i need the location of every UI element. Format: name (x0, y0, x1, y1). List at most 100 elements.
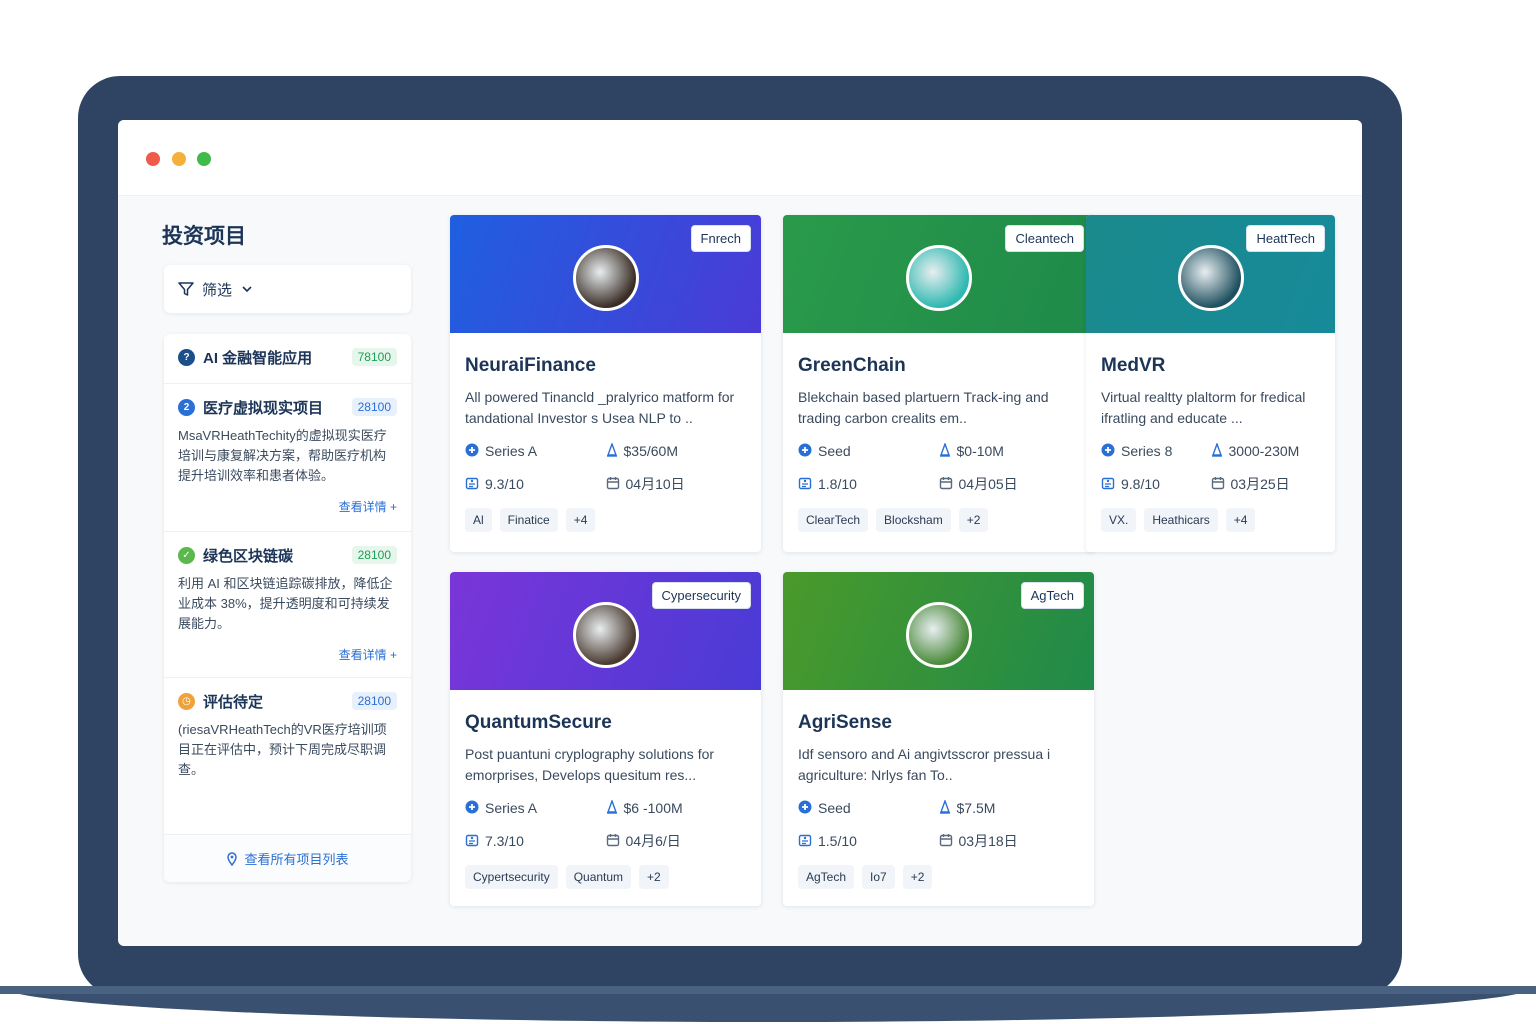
stage-icon (798, 800, 812, 817)
card-banner: Cleantech (783, 215, 1094, 333)
date-value: 03月25日 (1230, 476, 1290, 492)
category-tag[interactable]: HeattTech (1246, 225, 1325, 252)
card-banner: AgTech (783, 572, 1094, 690)
amount-icon (1211, 441, 1223, 460)
location-pin-icon (227, 851, 238, 866)
stage-icon (798, 443, 812, 460)
list-item-title: 医疗虚拟现实项目 (203, 399, 324, 417)
check-icon: ✓ (178, 546, 195, 564)
score-icon (465, 833, 479, 850)
score-icon (465, 476, 479, 493)
score-value: 9.8/10 (1121, 476, 1160, 492)
filter-label: 筛选 (202, 281, 233, 299)
funding-amount: $35/60M (623, 443, 678, 459)
sidebar-title: 投资项目 (162, 225, 246, 248)
category-tag[interactable]: AgTech (1020, 582, 1084, 609)
tag-chip[interactable]: +4 (1225, 508, 1256, 532)
project-card[interactable]: AgTech AgriSense Idf sensoro and Ai angi… (783, 572, 1094, 906)
project-card[interactable]: Fnrech NeuraiFinance All powered Tinancl… (450, 215, 761, 552)
card-description: Virtual realtty plaltorm for fredical if… (1101, 389, 1306, 426)
filter-dropdown[interactable]: 筛选 (164, 265, 411, 313)
list-item-description: 利用 AI 和区块链追踪碳排放，降低企业成本 38%，提升透明度和可持续发展能力… (178, 576, 393, 631)
tag-chip[interactable]: Quantum (565, 865, 632, 889)
tag-chip[interactable]: +2 (902, 865, 933, 889)
score-icon (798, 833, 812, 850)
date-value: 04月10日 (625, 476, 685, 492)
company-logo (572, 602, 639, 668)
tag-chip[interactable]: VX. (1101, 508, 1137, 532)
clock-icon: ◷ (178, 692, 195, 710)
list-item[interactable]: ? AI 金融智能应用 78100 (164, 334, 411, 384)
list-item[interactable]: ✓ 绿色区块链碳 28100 利用 AI 和区块链追踪碳排放，降低企业成本 38… (164, 532, 411, 678)
card-description: All powered Tinancld _pralyrico matform … (465, 389, 735, 426)
card-title[interactable]: NeuraiFinance (465, 355, 746, 377)
help-icon: ? (178, 348, 195, 366)
tag-chip[interactable]: AgTech (798, 865, 855, 889)
calendar-icon (939, 833, 953, 850)
category-tag[interactable]: Cypersecurity (651, 582, 751, 609)
company-logo (905, 602, 972, 668)
card-banner: HeattTech (1086, 215, 1335, 333)
score-icon (798, 476, 812, 493)
close-window-button[interactable] (146, 152, 160, 166)
company-logo (905, 245, 972, 311)
view-details-link[interactable]: 查看详情 + (178, 646, 397, 663)
card-banner: Fnrech (450, 215, 761, 333)
filter-icon (178, 282, 194, 296)
card-description: Idf sensoro and Ai angivtsscror pressua … (798, 746, 1051, 783)
card-title[interactable]: QuantumSecure (465, 712, 746, 734)
card-title[interactable]: GreenChain (798, 355, 1079, 377)
tag-chip[interactable]: Al (465, 508, 492, 532)
number-two-icon: 2 (178, 398, 195, 416)
list-item[interactable]: 2 医疗虚拟现实项目 28100 MsaVRHeathTechity的虚拟现实医… (164, 384, 411, 532)
amount-icon (606, 441, 618, 460)
list-item-count: 28100 (351, 692, 397, 710)
tag-chip[interactable]: +2 (639, 865, 669, 889)
funding-stage: Seed (818, 443, 851, 459)
view-all-projects-button[interactable]: 查看所有项目列表 (164, 834, 411, 882)
app-window: 投资项目 筛选 ? AI 金融智能应用 78100 2 医疗虚拟现实项目 281… (118, 120, 1362, 946)
date-value: 04月6/日 (625, 833, 681, 849)
tag-chip[interactable]: Heathicars (1144, 508, 1218, 532)
calendar-icon (1211, 476, 1225, 493)
project-card[interactable]: Cypersecurity QuantumSecure Post puantun… (450, 572, 761, 906)
tag-chip[interactable]: Io7 (862, 865, 895, 889)
tag-chip[interactable]: Cypertsecurity (465, 865, 558, 889)
window-titlebar (118, 120, 1362, 196)
score-value: 9.3/10 (485, 476, 524, 492)
date-value: 04月05日 (958, 476, 1018, 492)
tag-chip[interactable]: ClearTech (798, 508, 869, 532)
minimize-window-button[interactable] (172, 152, 186, 166)
chevron-down-icon (242, 286, 252, 293)
funding-stage: Seed (818, 800, 851, 816)
score-value: 7.3/10 (485, 833, 524, 849)
tag-chip[interactable]: +4 (565, 508, 596, 532)
tag-chip[interactable]: Finatice (499, 508, 558, 532)
calendar-icon (939, 476, 953, 493)
list-item-count: 78100 (351, 348, 397, 366)
category-tag[interactable]: Cleantech (1005, 225, 1084, 252)
list-item[interactable]: ◷ 评估待定 28100 (riesaVRHeathTech的VR医疗培训项目正… (164, 678, 411, 834)
maximize-window-button[interactable] (197, 152, 211, 166)
score-value: 1.5/10 (818, 833, 857, 849)
funding-amount: 3000-230M (1228, 443, 1300, 459)
funding-amount: $6 -100M (623, 800, 683, 816)
project-card[interactable]: HeattTech MedVR Virtual realtty plaltorm… (1086, 215, 1335, 552)
calendar-icon (606, 476, 620, 493)
list-item-title: 绿色区块链碳 (203, 547, 294, 565)
company-logo (572, 245, 639, 311)
stage-icon (465, 443, 479, 460)
calendar-icon (606, 833, 620, 850)
amount-icon (939, 441, 951, 460)
card-title[interactable]: MedVR (1101, 355, 1320, 377)
view-all-label: 查看所有项目列表 (244, 852, 349, 867)
tag-chip[interactable]: +2 (958, 508, 989, 532)
card-title[interactable]: AgriSense (798, 712, 1079, 734)
score-value: 1.8/10 (818, 476, 857, 492)
funding-amount: $7.5M (956, 800, 996, 816)
category-tag[interactable]: Fnrech (690, 225, 751, 252)
tag-chip[interactable]: Blocksham (876, 508, 951, 532)
view-details-link[interactable]: 查看详情 + (178, 498, 397, 515)
project-card[interactable]: Cleantech GreenChain Blekchain based pla… (783, 215, 1094, 552)
amount-icon (939, 798, 951, 817)
